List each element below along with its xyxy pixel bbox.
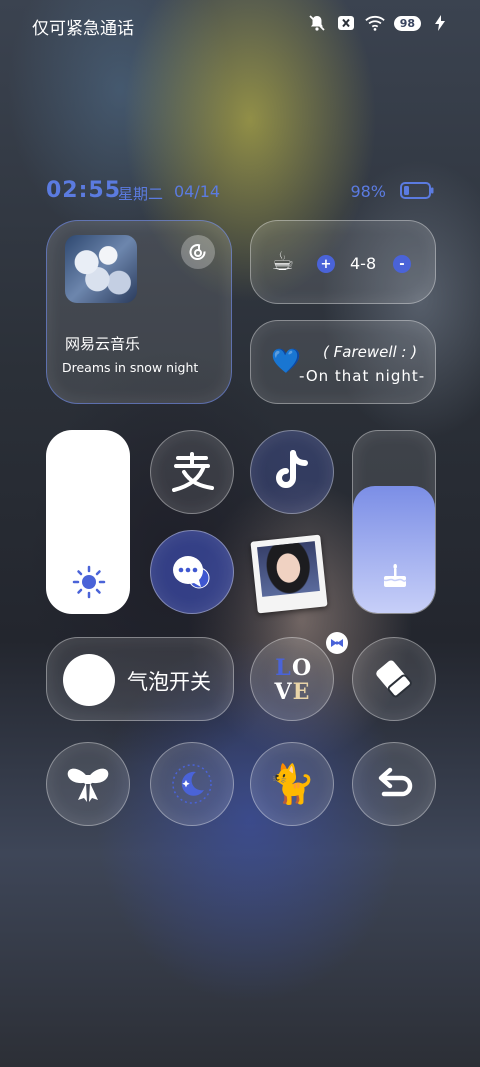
charging-bolt-icon	[430, 14, 450, 32]
farewell-widget[interactable]: 💙 ( Farewell : ) -On that night-	[250, 320, 436, 404]
farewell-line-2: -On that night-	[299, 367, 426, 385]
bow-icon	[67, 768, 109, 802]
bubble-switch-label: 气泡开关	[127, 670, 211, 694]
eraser-button[interactable]	[352, 637, 436, 721]
song-title: Dreams in snow night	[62, 360, 199, 375]
battery-percent: 98%	[350, 182, 386, 201]
love-letter: L	[275, 655, 291, 681]
tiktok-button[interactable]	[250, 430, 334, 514]
polaroid-photo[interactable]	[250, 534, 328, 614]
increment-button[interactable]: +	[317, 255, 335, 273]
bow-button[interactable]	[46, 742, 130, 826]
moon-icon	[172, 764, 212, 804]
eraser-icon	[376, 660, 412, 698]
no-sim-icon	[336, 14, 356, 32]
wifi-icon	[364, 14, 385, 32]
battery-icon: 98	[393, 15, 421, 31]
sun-icon	[72, 565, 106, 599]
counter-value: 4-8	[350, 254, 377, 273]
brightness-slider[interactable]	[46, 430, 130, 614]
album-art[interactable]	[65, 235, 137, 303]
status-bar: 仅可紧急通话 98	[0, 0, 480, 48]
bubble-switch[interactable]: 气泡开关	[46, 637, 234, 721]
time-widget[interactable]: 02:55 星期二 04/14 98%	[46, 178, 436, 206]
cat-button[interactable]: 🐈	[250, 742, 334, 826]
blue-heart-icon: 💙	[271, 347, 301, 375]
carrier-text: 仅可紧急通话	[32, 19, 134, 39]
bubble-switch-knob	[63, 654, 115, 706]
moon-button[interactable]	[150, 742, 234, 826]
cat-icon: 🐈	[268, 762, 316, 806]
counter-widget: ☕ + 4-8 -	[250, 220, 436, 304]
chat-button[interactable]	[150, 530, 234, 614]
music-app-name: 网易云音乐	[65, 335, 141, 353]
love-letter: V	[274, 679, 292, 705]
alipay-icon	[172, 452, 214, 492]
tiktok-icon	[276, 450, 308, 488]
status-icons: 98	[307, 14, 450, 32]
cake-icon	[383, 563, 407, 587]
chat-bubble-icon	[173, 556, 210, 589]
volume-slider[interactable]	[352, 430, 436, 614]
love-text: L O V E	[274, 655, 312, 705]
bell-muted-icon	[307, 14, 327, 32]
back-button[interactable]	[352, 742, 436, 826]
love-button[interactable]: L O V E	[250, 637, 334, 721]
volume-fill	[353, 485, 435, 613]
bow-badge-icon	[326, 632, 348, 654]
back-arrow-icon	[378, 767, 413, 797]
battery-outline-icon	[400, 182, 434, 199]
decrement-button[interactable]: -	[393, 255, 411, 273]
alipay-button[interactable]	[150, 430, 234, 514]
clock-time: 02:55	[46, 178, 122, 203]
music-widget[interactable]: 网易云音乐 Dreams in snow night	[46, 220, 232, 404]
love-letter: O	[292, 655, 312, 681]
love-letter: E	[292, 679, 310, 705]
coffee-cup-icon: ☕	[271, 247, 295, 277]
netease-music-icon[interactable]	[181, 235, 215, 269]
photo-image	[257, 541, 320, 597]
date-label: 04/14	[174, 182, 221, 201]
farewell-line-1: ( Farewell : )	[323, 343, 418, 361]
weekday-label: 星期二	[118, 185, 164, 203]
